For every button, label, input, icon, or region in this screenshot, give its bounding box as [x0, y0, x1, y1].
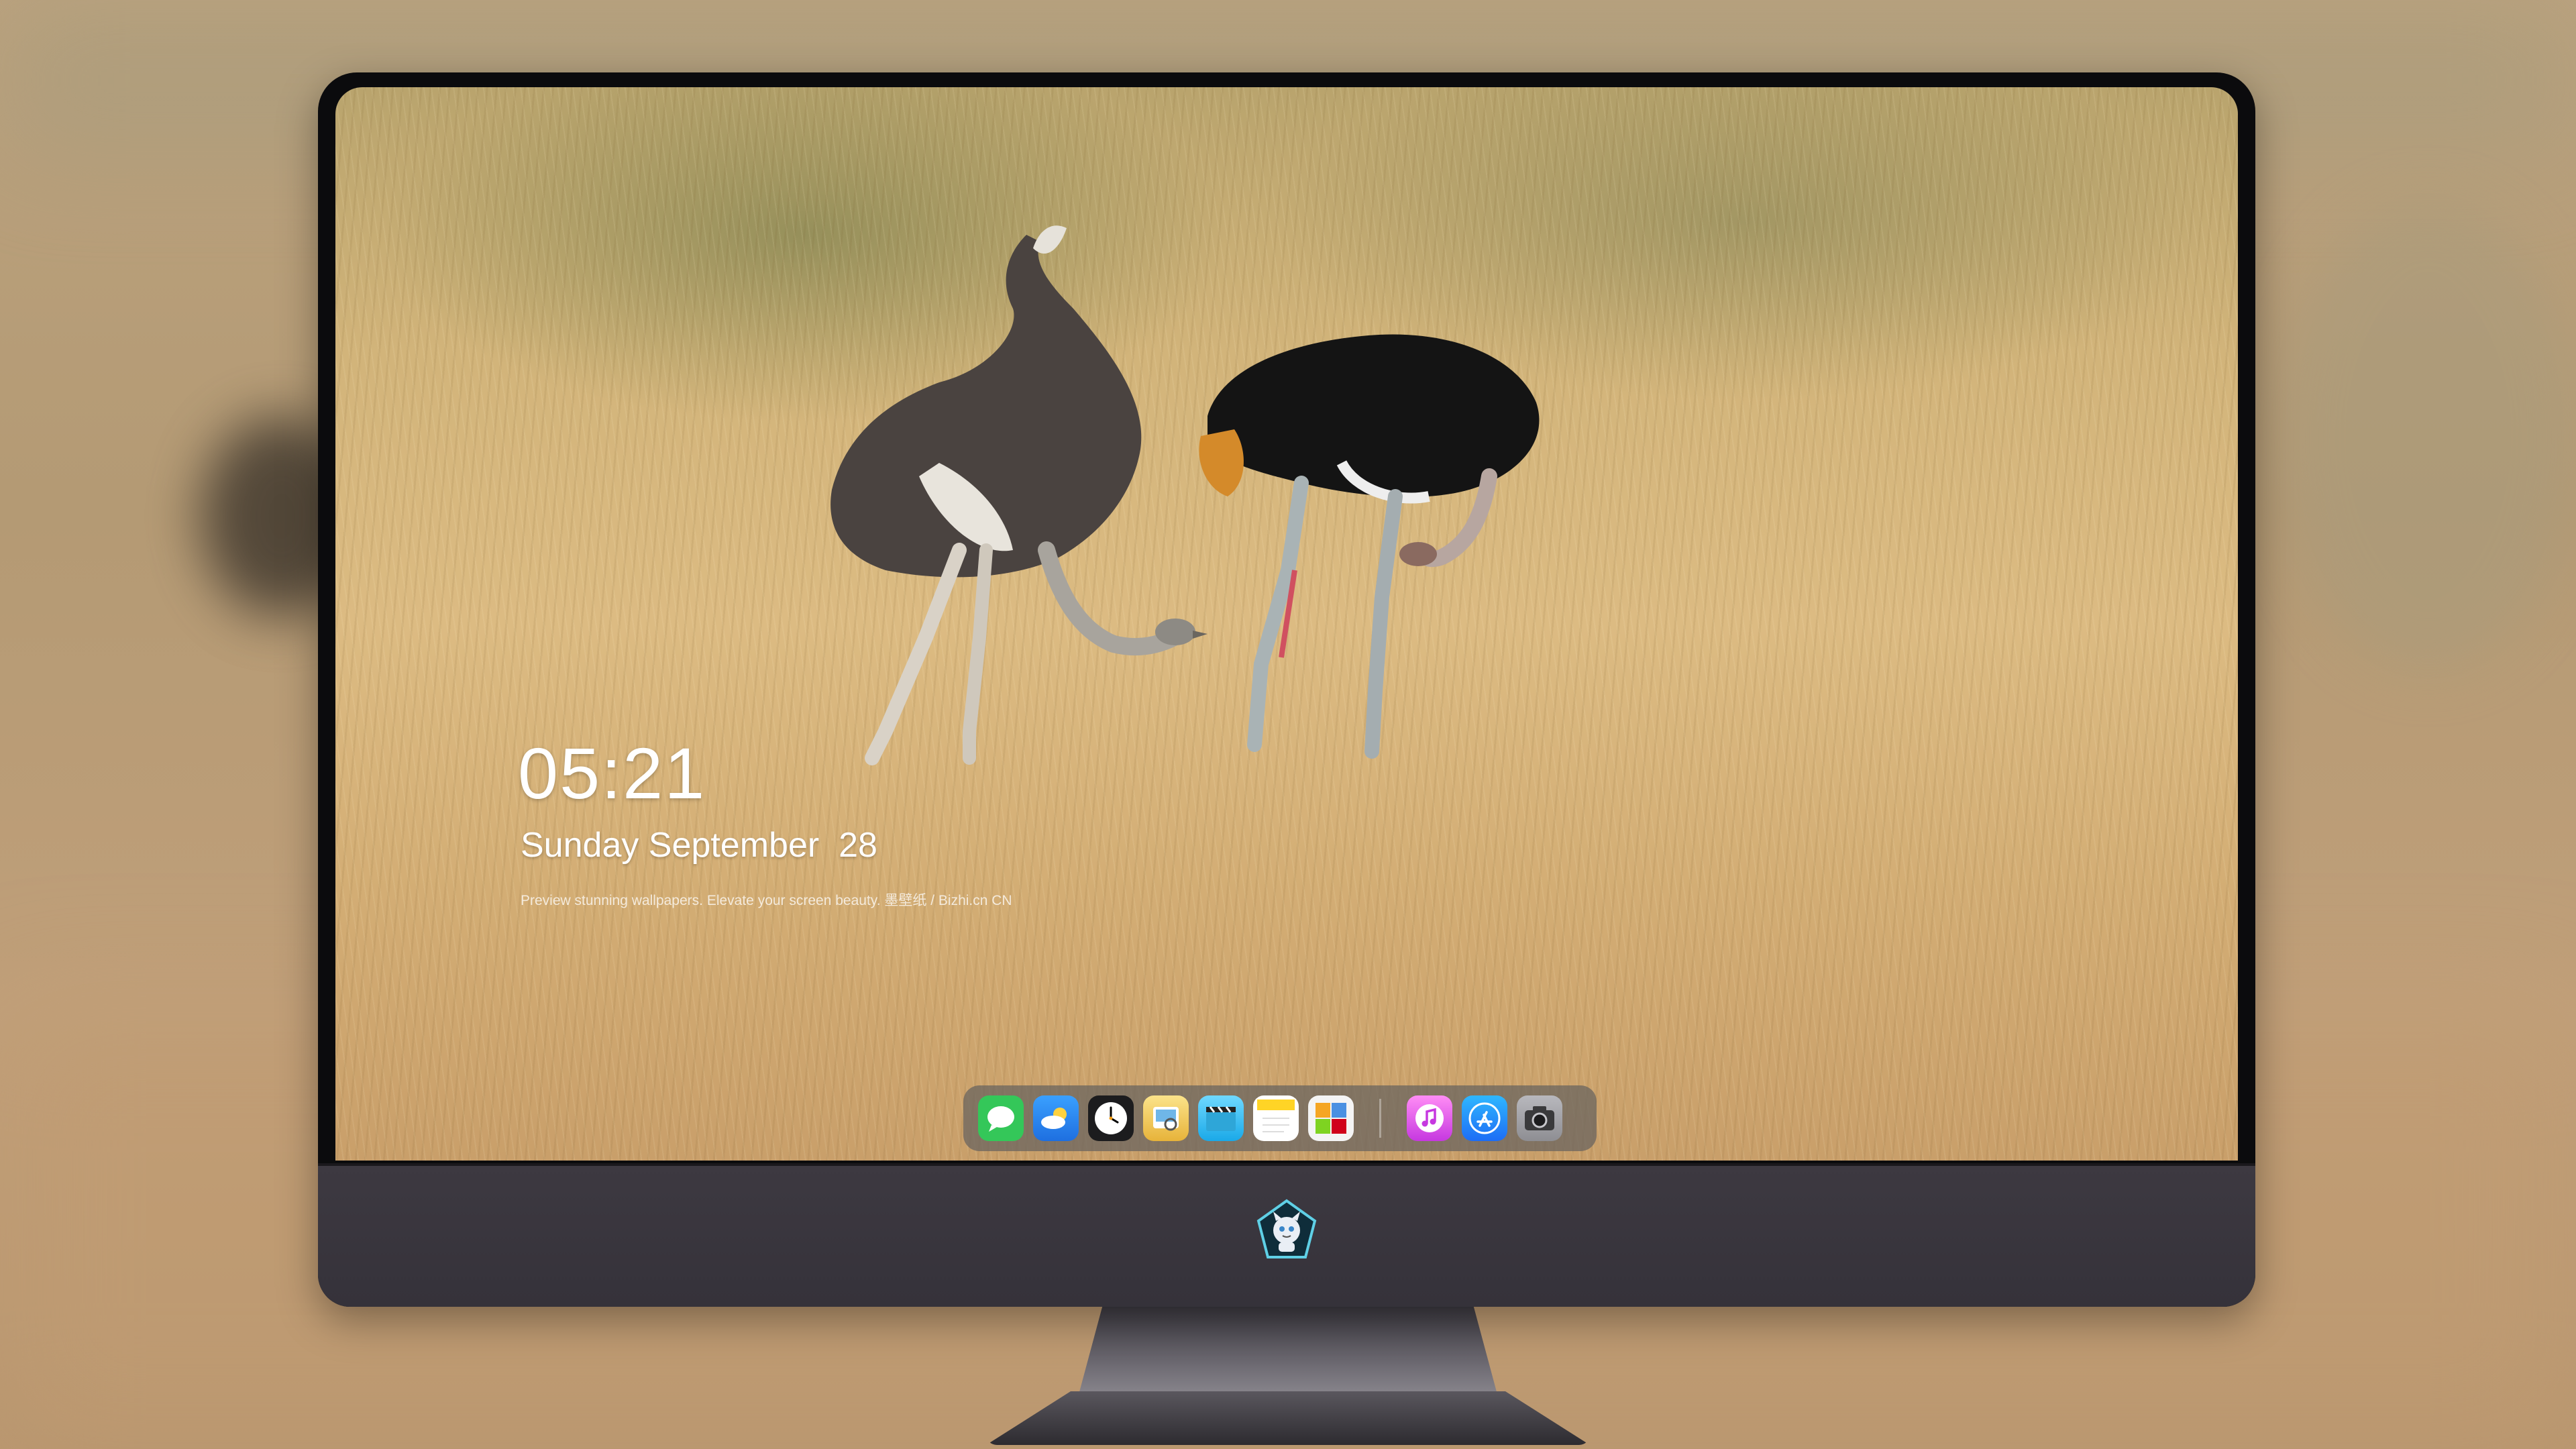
clock-icon[interactable] [1088, 1095, 1134, 1141]
messages-icon[interactable] [978, 1095, 1024, 1141]
monitor-chin [318, 1163, 2255, 1307]
app-store-icon[interactable] [1462, 1095, 1507, 1141]
mascot-logo-icon [1256, 1199, 1317, 1258]
wallpaper-tagline: Preview stunning wallpapers. Elevate you… [521, 893, 1012, 908]
dock [963, 1085, 1597, 1151]
wallpaper-ostriches [830, 225, 1540, 765]
preview-icon[interactable] [1143, 1095, 1189, 1141]
backdrop-blur-right [2281, 201, 2576, 671]
lock-clock: 05:21 [518, 733, 706, 814]
weather-icon[interactable] [1033, 1095, 1079, 1141]
camera-icon[interactable] [1517, 1095, 1562, 1141]
photos-widget-icon[interactable] [1308, 1095, 1354, 1141]
music-icon[interactable] [1407, 1095, 1452, 1141]
ostrich-female [830, 225, 1208, 765]
ostrich-male [1199, 334, 1540, 759]
dock-separator [1379, 1099, 1381, 1138]
monitor-stand-base [986, 1391, 1590, 1445]
monitor: 05:21 Sunday September 28 Preview stunni… [318, 72, 2255, 1307]
monitor-stand-neck [1077, 1305, 1499, 1399]
lock-date: Sunday September 28 [521, 826, 877, 865]
notes-icon[interactable] [1253, 1095, 1299, 1141]
video-clapper-icon[interactable] [1198, 1095, 1244, 1141]
lock-screen[interactable]: 05:21 Sunday September 28 Preview stunni… [335, 87, 2238, 1161]
